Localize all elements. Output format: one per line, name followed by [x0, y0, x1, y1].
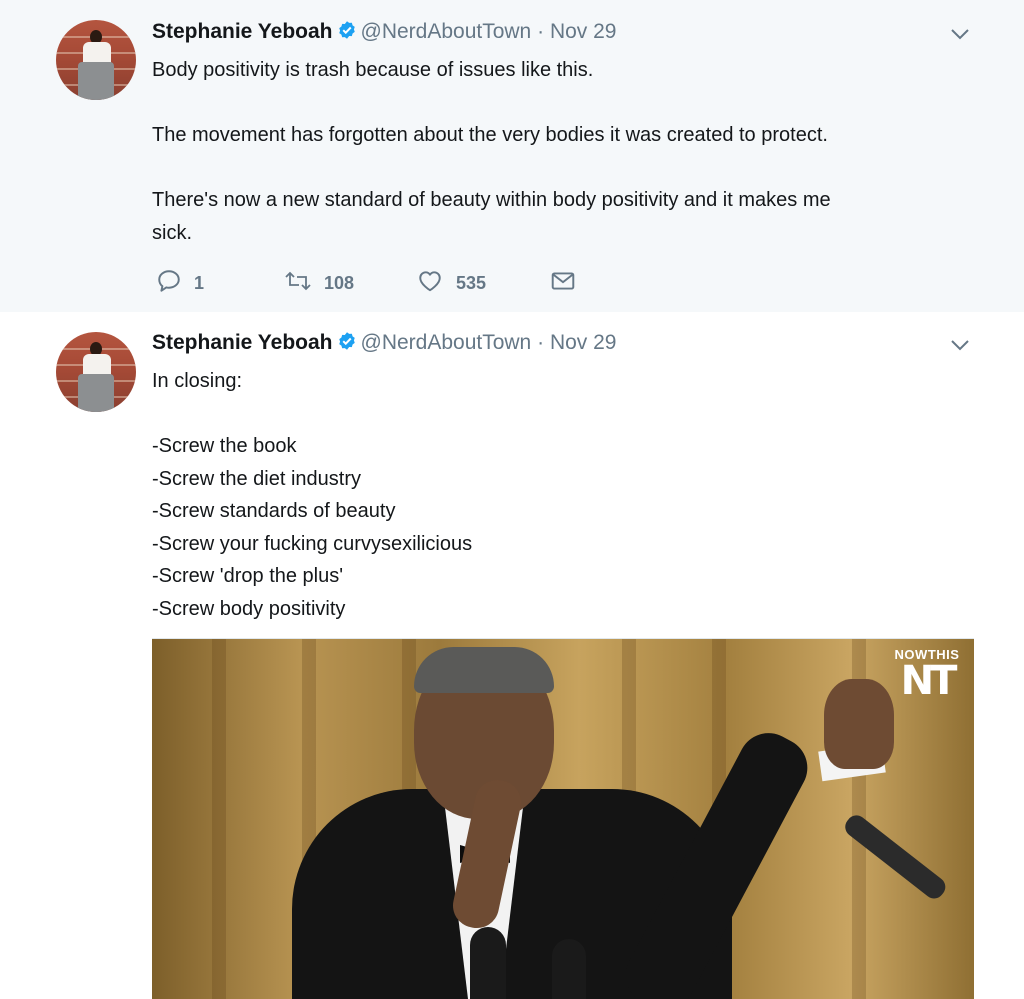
- author-handle[interactable]: @NerdAboutTown: [361, 20, 532, 43]
- tweet-1[interactable]: Stephanie Yeboah @NerdAboutTown · Nov 29 …: [0, 0, 1024, 312]
- chevron-down-icon[interactable]: [948, 333, 972, 357]
- verified-badge-icon: [337, 20, 357, 46]
- author-handle[interactable]: @NerdAboutTown: [361, 331, 532, 354]
- tweet-header: Stephanie Yeboah @NerdAboutTown · Nov 29: [152, 20, 616, 46]
- meta-separator: ·: [537, 20, 545, 43]
- tweet-actions: 1 108 535: [152, 268, 752, 298]
- avatar[interactable]: [56, 20, 136, 100]
- retweet-button[interactable]: 108: [284, 268, 354, 298]
- chevron-down-icon[interactable]: [948, 22, 972, 46]
- author-name[interactable]: Stephanie Yeboah: [152, 20, 333, 43]
- retweet-icon: [284, 268, 324, 299]
- tweet-text: Body positivity is trash because of issu…: [152, 59, 831, 244]
- tweet-header: Stephanie Yeboah @NerdAboutTown · Nov 29: [152, 331, 616, 357]
- tweet-text: In closing: -Screw the book -Screw the d…: [152, 370, 473, 620]
- author-name[interactable]: Stephanie Yeboah: [152, 331, 333, 354]
- reply-icon: [156, 268, 194, 299]
- meta-separator: ·: [537, 331, 545, 354]
- direct-message-button[interactable]: [550, 268, 588, 298]
- tweet-date[interactable]: Nov 29: [550, 20, 617, 43]
- avatar[interactable]: [56, 332, 136, 412]
- like-button[interactable]: 535: [416, 268, 486, 298]
- like-count: 535: [456, 272, 487, 293]
- verified-badge-icon: [337, 331, 357, 357]
- direct-message-icon: [550, 268, 588, 299]
- reply-button[interactable]: 1: [156, 268, 204, 298]
- retweet-count: 108: [324, 272, 355, 293]
- like-icon: [416, 268, 456, 299]
- tweet-media-gif[interactable]: NOWTHIS NT: [152, 638, 974, 999]
- media-watermark-logo: NOWTHIS NT: [894, 647, 960, 704]
- tweet-date[interactable]: Nov 29: [550, 331, 617, 354]
- reply-count: 1: [194, 272, 205, 293]
